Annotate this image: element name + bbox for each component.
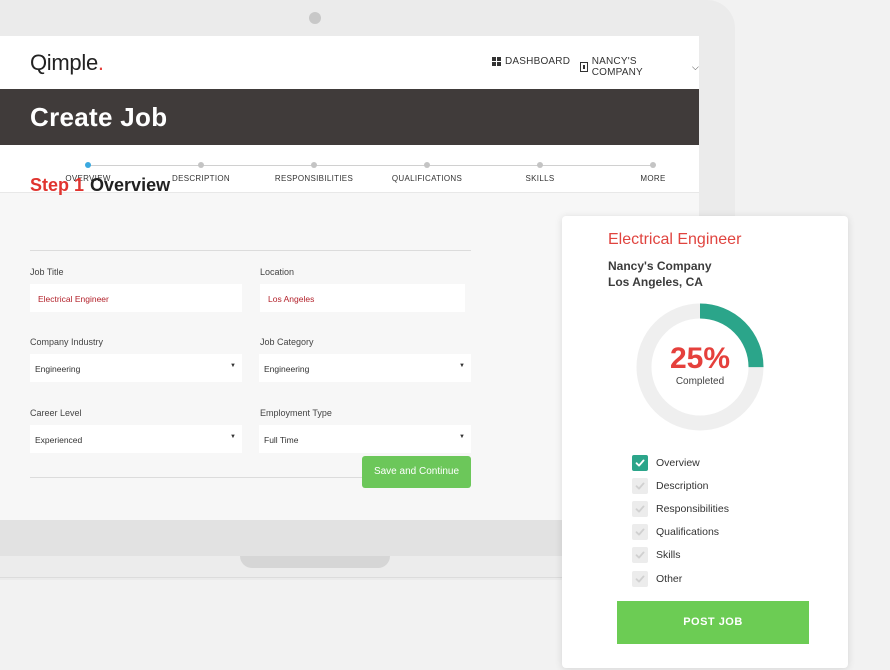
step-dot xyxy=(311,162,317,168)
job-title-label: Job Title xyxy=(30,267,64,277)
checklist-label: Qualifications xyxy=(656,526,720,539)
check-icon xyxy=(632,524,648,541)
job-category-select[interactable]: Engineering ▼ xyxy=(259,354,471,382)
checklist-item: Qualifications xyxy=(632,521,729,544)
progress-percent: 25% xyxy=(669,342,731,375)
step-more[interactable]: MORE xyxy=(593,162,699,183)
career-level-select[interactable]: Experienced ▼ xyxy=(30,425,242,453)
check-icon xyxy=(632,454,648,471)
caret-down-icon: ▼ xyxy=(230,363,236,369)
step-dot-active xyxy=(85,162,91,168)
section-checklist: Overview Description Responsibilities Qu… xyxy=(632,451,729,590)
qimple-logo[interactable]: Qimple. xyxy=(30,50,104,76)
company-menu-dropdown[interactable]: NANCY'S COMPANY ⌵ xyxy=(580,56,699,78)
checklist-label: Responsibilities xyxy=(656,502,729,515)
dashboard-label: DASHBOARD xyxy=(505,56,571,67)
summary-location: Los Angeles, CA xyxy=(608,275,703,289)
checklist-item: Overview xyxy=(632,451,729,474)
job-category-value: Engineering xyxy=(264,364,310,374)
check-icon xyxy=(632,477,648,494)
company-label: NANCY'S COMPANY xyxy=(591,56,643,78)
checklist-label: Other xyxy=(656,572,683,585)
checklist-item: Other xyxy=(632,567,729,590)
step-number: Step 1 xyxy=(30,175,85,195)
company-industry-value: Engineering xyxy=(35,364,81,374)
step-skills[interactable]: SKILLS xyxy=(480,162,600,183)
step-name: Overview xyxy=(90,175,171,195)
step-dot xyxy=(537,162,543,168)
location-input[interactable]: Los Angeles xyxy=(260,284,465,312)
employment-type-label: Employment Type xyxy=(260,408,332,418)
check-icon xyxy=(632,570,648,587)
employment-type-select[interactable]: Full Time ▼ xyxy=(259,425,471,453)
job-category-label: Job Category xyxy=(260,337,314,347)
step-label: RESPONSIBILITIES xyxy=(274,174,354,183)
laptop-notch xyxy=(240,556,390,568)
checklist-label: Description xyxy=(656,479,709,492)
top-navigation-bar: Qimple. DASHBOARD NANCY'S COMPANY ⌵ xyxy=(0,36,699,89)
step-label: MORE xyxy=(640,174,666,183)
checklist-item: Description xyxy=(632,474,729,497)
job-summary-card: Electrical Engineer Nancy's Company Los … xyxy=(562,216,848,668)
camera-dot xyxy=(309,12,321,24)
dashboard-grid-icon xyxy=(492,57,501,66)
company-industry-label: Company Industry xyxy=(30,337,104,347)
check-icon xyxy=(632,547,648,564)
progress-label: Completed xyxy=(675,376,725,387)
location-label: Location xyxy=(260,267,295,277)
step-label: QUALIFICATIONS xyxy=(391,174,463,183)
checklist-label: Skills xyxy=(656,549,681,562)
caret-down-icon: ▼ xyxy=(230,434,236,440)
caret-down-icon: ▼ xyxy=(459,434,465,440)
summary-job-title: Electrical Engineer xyxy=(608,231,742,248)
job-title-input[interactable]: Electrical Engineer xyxy=(30,284,242,312)
save-and-continue-button[interactable]: Save and Continue xyxy=(362,456,471,488)
divider xyxy=(30,250,471,251)
step-dot xyxy=(198,162,204,168)
step-responsibilities[interactable]: RESPONSIBILITIES xyxy=(254,162,374,183)
checklist-label: Overview xyxy=(656,456,700,469)
checklist-item: Skills xyxy=(632,544,729,567)
logo-text: Qimple xyxy=(30,50,98,75)
step-qualifications[interactable]: QUALIFICATIONS xyxy=(367,162,487,183)
page-title: Create Job xyxy=(30,102,168,132)
check-icon xyxy=(632,500,648,517)
caret-down-icon: ▼ xyxy=(459,363,465,369)
career-level-value: Experienced xyxy=(35,435,83,445)
step-heading: Step 1 Overview xyxy=(30,175,170,196)
chevron-down-icon: ⌵ xyxy=(691,61,699,72)
checklist-item: Responsibilities xyxy=(632,497,729,520)
company-industry-select[interactable]: Engineering ▼ xyxy=(30,354,242,382)
post-job-button[interactable]: POST JOB xyxy=(617,601,809,644)
step-dot xyxy=(650,162,656,168)
dashboard-link[interactable]: DASHBOARD xyxy=(492,56,570,67)
step-label: SKILLS xyxy=(525,174,555,183)
logo-dot: . xyxy=(97,50,104,75)
step-dot xyxy=(424,162,430,168)
building-icon xyxy=(580,62,588,72)
page-title-bar: Create Job xyxy=(0,89,699,145)
career-level-label: Career Level xyxy=(30,408,82,418)
employment-type-value: Full Time xyxy=(264,435,299,445)
summary-company: Nancy's Company xyxy=(608,259,712,273)
